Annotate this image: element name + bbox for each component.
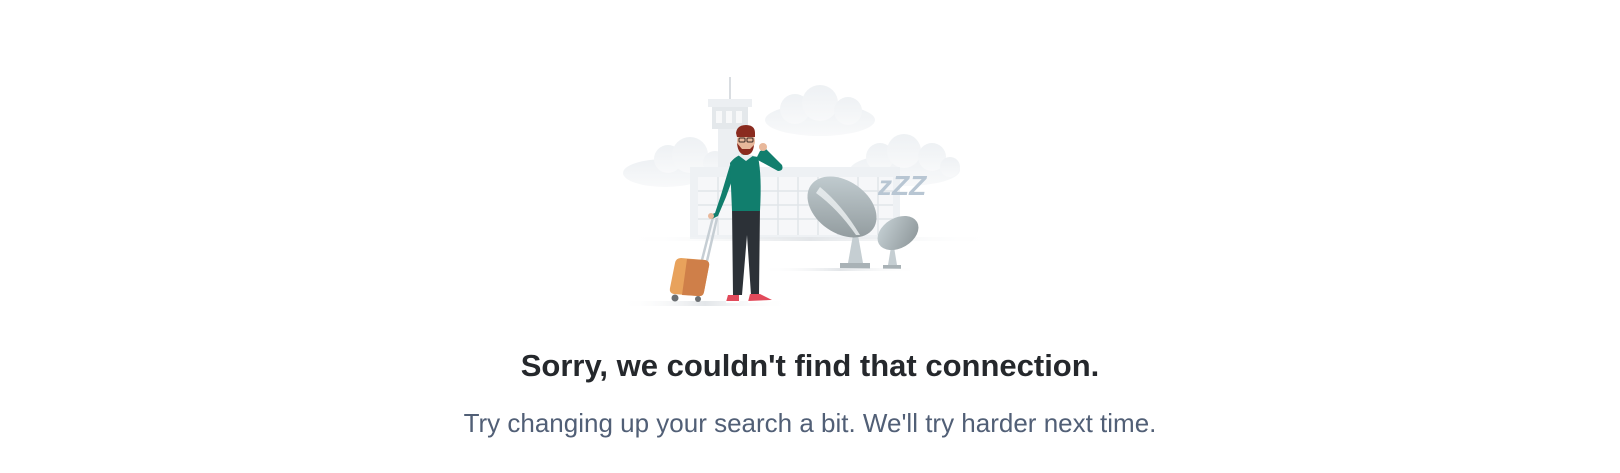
page-message: Try changing up your search a bit. We'll… [463, 408, 1157, 438]
cloud-top-icon [765, 85, 875, 136]
page-title: Sorry, we couldn't find that connection. [520, 348, 1100, 383]
sleep-zzz-text: zZZ [877, 170, 927, 201]
traveler-with-suitcase-at-airport-icon: zZZ [620, 77, 1000, 306]
no-results-page: zZZ Sorry, we couldn't find that connect… [0, 0, 1620, 473]
